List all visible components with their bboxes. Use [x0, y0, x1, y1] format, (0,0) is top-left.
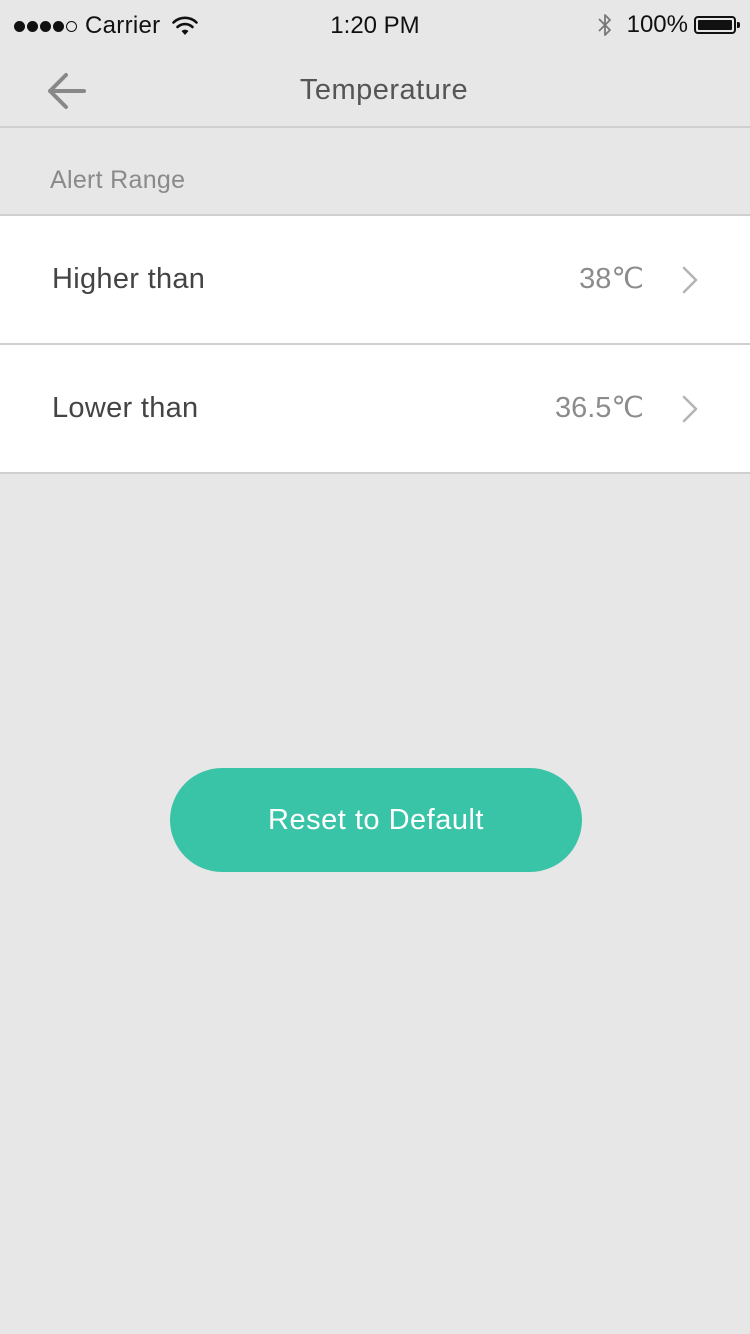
chevron-right-icon [682, 395, 698, 423]
row-label: Lower than [52, 392, 199, 424]
page-title: Temperature [299, 74, 469, 106]
battery-fill [698, 20, 732, 30]
nav-bar: Temperature [0, 52, 750, 128]
lower-than-row[interactable]: Lower than 36.5℃ [0, 345, 750, 474]
higher-than-row[interactable]: Higher than 38℃ [0, 216, 750, 345]
section-title: Alert Range [50, 166, 186, 194]
status-bar: Carrier 1:20 PM 100% [0, 0, 750, 52]
battery-percent: 100% [626, 11, 688, 38]
status-right: 100% [597, 10, 740, 40]
section-header: Alert Range [0, 128, 750, 216]
chevron-right-icon [682, 266, 698, 294]
battery-icon [694, 16, 740, 34]
battery-cap [737, 22, 740, 28]
reset-to-default-button[interactable]: Reset to Default [170, 768, 582, 872]
row-value: 36.5℃ [554, 392, 644, 424]
row-value: 38℃ [579, 263, 644, 295]
bluetooth-icon [597, 14, 611, 36]
row-label: Higher than [52, 263, 206, 295]
